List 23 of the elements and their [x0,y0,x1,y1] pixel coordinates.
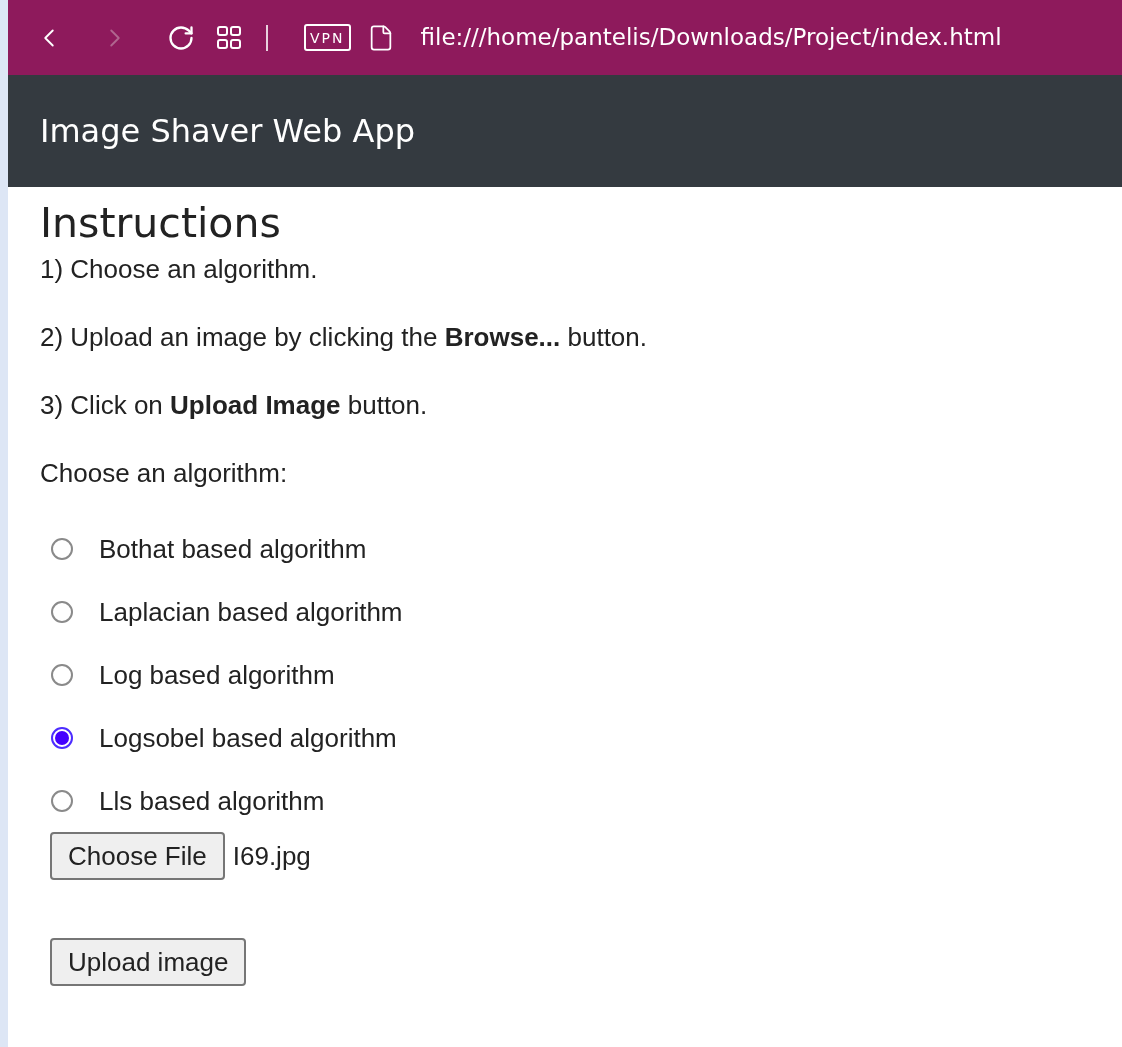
instructions-heading: Instructions [40,198,282,249]
algorithm-prompt: Choose an algorithm: [40,457,288,489]
file-name: I69.jpg [232,839,311,873]
radio-label[interactable]: Log based algorithm [99,659,335,691]
instruction-step: 3) Click on Upload Image button. [40,389,428,421]
brand-title[interactable]: Image Shaver Web App [40,107,415,155]
radio-label[interactable]: Bothat based algorithm [99,533,367,565]
radio-label[interactable]: Lls based algorithm [99,785,325,817]
radio-label[interactable]: Logsobel based algorithm [99,722,397,754]
grid-icon [216,24,242,51]
radio-button[interactable] [51,790,73,812]
radio-button[interactable] [51,664,73,686]
radio-button[interactable] [51,601,73,623]
instruction-step: 2) Upload an image by clicking the Browse... button. [40,321,647,353]
upload-button[interactable]: Upload image [50,938,247,986]
radio-button[interactable] [51,538,73,560]
address-field[interactable]: file:///home/pantelis/Downloads/Project/index.html [420,20,1002,55]
choose-file-button[interactable]: Choose File [50,832,225,880]
radio-label[interactable]: Laplacian based algorithm [99,596,403,628]
radio-button[interactable] [51,727,73,749]
instruction-step: 1) Choose an algorithm. [40,253,318,285]
reload-icon [167,23,195,52]
vpn-badge[interactable]: VPN [304,24,351,51]
